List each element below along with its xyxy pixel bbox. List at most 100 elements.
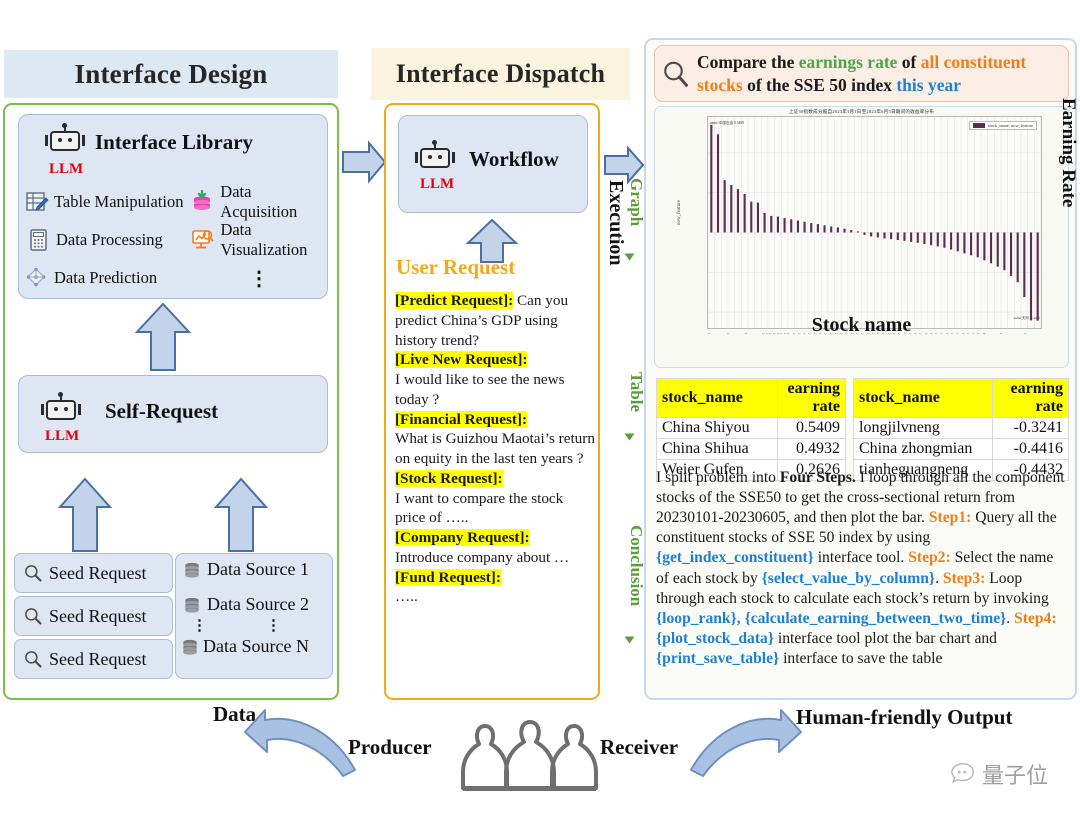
seed-request-label: Seed Request [49,605,147,626]
llm-tag-self-request: LLM [45,428,80,444]
request-text: I would like to see the news today ? [395,371,565,408]
table-row: China zhongmian -0.4416 [853,438,1069,460]
user-request-item[interactable]: [Company Request]: Introduce company abo… [395,528,595,568]
library-item-data-visualization[interactable]: Data Visualization [191,220,327,260]
conclusion-rail-label: Conclusion [627,525,646,607]
output-panel: Compare the earnings rate of all constit… [644,38,1079,700]
arrow-self-to-library [133,302,193,372]
user-request-item[interactable]: [Stock Request]: I want to compare the s… [395,469,595,528]
data-source-label: Data Source N [203,636,309,656]
data-source-1[interactable]: Data Source 1 [182,559,309,580]
query-part: of [897,52,921,73]
table-header-earning-rate: earning rate [992,378,1069,418]
result-table-bottom[interactable]: stock_name earning rate longjilvneng -0.… [853,378,1069,481]
query-text: Compare the earnings rate of all constit… [697,51,1062,96]
step3-text-b: . [1006,609,1015,627]
library-item-data-processing[interactable]: Data Processing [21,228,181,252]
chart-ylabel: Earning Rate [1058,98,1079,208]
interface-design-header: Interface Design [4,50,338,98]
robot-icon [45,123,85,159]
user-request-item[interactable]: [Fund Request]: ….. [395,568,595,608]
data-source-n[interactable]: Data Source N [180,636,309,657]
user-request-item[interactable]: [Live New Request]: I would like to see … [395,350,595,409]
step2-text-b: . [935,569,939,587]
library-item-data-prediction[interactable]: Data Prediction [21,266,197,290]
conclusion-four-steps: Four Steps. [779,469,856,486]
chart-legend: stock_name, now_feature [968,121,1037,130]
interface-library-box: Interface Library LLM Table Manipulation [18,114,328,299]
request-tag: [Predict Request]: [395,292,514,309]
receiver-label: Receiver [600,735,679,759]
database-icon [185,562,199,578]
step1-label: Step1: [928,509,972,527]
llm-tag-workflow: LLM [420,176,455,192]
data-source-2[interactable]: Data Source 2 [182,594,309,615]
people-icon [461,720,598,791]
cell-earning-rate: 0.4932 [777,438,846,460]
library-more-icon[interactable]: ⋮ [249,266,269,291]
chart-plot-area: stock_name, now_feature 0.40.20.0-0.2-0.… [707,116,1042,329]
network-graph-icon [26,267,46,287]
step3-label: Step3: [942,569,986,587]
chat-bubble-icon [951,763,974,784]
library-item-label: Data Visualization [220,220,308,259]
diagram-canvas: Interface Design Interface Dispatch Inte… [0,0,1080,829]
table-header-stock-name: stock_name [853,378,993,418]
step2-label: Step2: [908,549,951,567]
data-source-label: Data Source 1 [207,559,309,579]
library-item-data-acquisition[interactable]: Data Acquisition [191,182,327,222]
watermark: 量子位 [950,758,1048,790]
arrow-producer-to-data [243,708,358,785]
user-request-item[interactable]: [Financial Request]: What is Guizhou Mao… [395,410,595,469]
request-tag: [Financial Request]: [395,410,528,428]
conclusion-rail-triangle-icon [624,636,635,644]
library-item-table-manipulation[interactable]: Table Manipulation [21,190,191,214]
calculator-icon [30,229,47,251]
cell-stock-name: China zhongmian [853,438,993,460]
graph-rail-triangle-icon [624,253,635,261]
seed-request-1[interactable]: Seed Request [14,553,173,593]
tool-get-index-constituent: {get_index_constituent} [656,549,814,567]
search-icon [25,608,42,625]
step4-text-a: interface tool plot the bar chart and [774,629,997,647]
request-tag: [Company Request]: [395,529,530,546]
query-part-this-year: this year [896,74,961,95]
table-rail-triangle-icon [624,433,635,441]
interface-library-title-row: Interface Library [45,123,253,159]
search-icon [25,651,42,668]
seed-request-3[interactable]: Seed Request [14,639,173,679]
user-request-list: [Predict Request]: Can you predict China… [395,291,595,607]
conclusion-text: I split problem into Four Steps. I loop … [656,468,1068,669]
seed-request-label: Seed Request [49,648,147,669]
database-icon [185,597,199,613]
arrow-design-to-dispatch [341,140,387,189]
chart-annotation-top: name:中国石油 0.5409 [710,120,744,125]
cell-stock-name: China Shihua [656,438,778,460]
library-item-label: Table Manipulation [54,192,184,211]
tool-print-save-table: {print_save_table} [656,649,780,667]
tool-loop-rank: {loop_rank}, [656,609,741,627]
step4-label: Step4: [1014,609,1057,627]
user-request-item[interactable]: [Predict Request]: Can you predict China… [395,291,595,350]
table-header-earning-rate: earning rate [777,378,846,418]
result-table-top[interactable]: stock_name earning rate China Shiyou 0.5… [656,378,846,481]
table-row: China Shihua 0.4932 [656,438,846,460]
graph-rail-label: Graph [627,178,646,227]
request-tag: [Live New Request]: [395,351,528,369]
data-source-ellipsis-right: ⋮ [266,618,281,634]
step1-text-b: interface tool. [813,549,909,567]
legend-swatch [972,123,985,128]
tool-select-value-by-column: {select_value_by_column} [761,569,936,587]
library-item-label: Data Acquisition [220,182,298,221]
request-text: I want to compare the stock price of ….. [395,489,564,527]
cell-stock-name: longjilvneng [853,417,993,439]
chart-title: 上证50指数成分股自2023年1月1日至2023年6月5日期间的收益率分布 [788,109,935,114]
arrow-output-to-receiver [688,708,803,785]
cell-stock-name: China Shiyou [656,417,778,439]
query-bar[interactable]: Compare the earnings rate of all constit… [654,45,1069,102]
self-request-title-row: Self-Request [41,392,218,428]
earning-rate-bar-chart[interactable]: 上证50指数成分股自2023年1月1日至2023年6月5日期间的收益率分布 no… [654,106,1069,368]
data-source-label: Data Source 2 [207,594,309,614]
seed-request-2[interactable]: Seed Request [14,596,173,636]
interface-dispatch-header: Interface Dispatch [371,48,630,100]
